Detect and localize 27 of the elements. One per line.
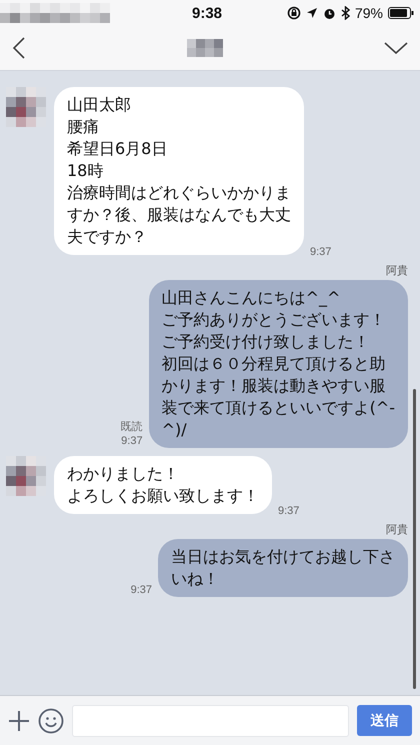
message-bubble: わかりました！ よろしくお願い致します！ — [54, 456, 272, 514]
location-icon — [306, 7, 318, 19]
message-time: 9:37 — [278, 504, 300, 518]
sender-name: 阿貴 — [386, 522, 408, 537]
alarm-icon — [322, 6, 336, 20]
rotation-lock-icon — [286, 6, 301, 20]
message-time: 9:37 — [130, 583, 152, 597]
plus-icon[interactable] — [8, 710, 30, 732]
read-label: 既読 — [120, 420, 143, 434]
message-bubble: 山田さんこんにちは^_^ ご予約ありがとうございます！ ご予約受け付け致しました！ 初回は６０分程見て頂けると助 かります！服装は動きやすい服 装で来て頂けるといいですよ(^- ^)/ — [148, 280, 408, 448]
message-input-field[interactable] — [72, 704, 349, 736]
bluetooth-icon — [340, 6, 350, 20]
send-button[interactable]: 送信 — [357, 705, 412, 736]
smiley-icon[interactable] — [38, 708, 64, 734]
message-time: 9:37 — [310, 245, 332, 259]
battery-icon — [388, 7, 414, 19]
sender-name: 阿貴 — [386, 263, 408, 278]
pixelated-contact-name — [187, 39, 223, 57]
status-time: 9:38 — [192, 4, 222, 22]
pixelated-avatar — [6, 87, 46, 127]
message-bubble: 当日はお気を付けてお越し下さ いね！ — [158, 539, 408, 597]
back-icon[interactable] — [12, 37, 26, 59]
chevron-down-icon[interactable] — [384, 41, 408, 55]
message-bubble: 山田太郎 腰痛 希望日6月8日 18時 治療時間はどれぐらいかかりま すか？後、服装はなんでも大丈 夫ですか？ — [54, 87, 304, 255]
battery-percent: 79% — [354, 5, 383, 21]
pixelated-avatar — [6, 456, 46, 496]
message-time: 9:37 — [121, 434, 143, 448]
